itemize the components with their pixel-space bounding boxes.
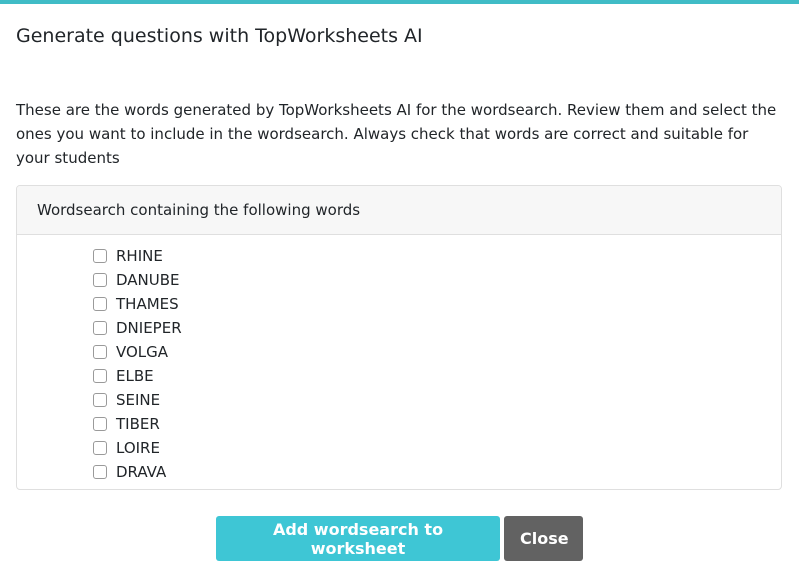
- word-item[interactable]: LOIRE: [93, 436, 182, 460]
- word-item[interactable]: DRAVA: [93, 460, 182, 484]
- word-label: SEINE: [116, 391, 161, 409]
- word-item[interactable]: THAMES: [93, 292, 182, 316]
- word-checkbox[interactable]: [93, 369, 107, 383]
- word-label: RHINE: [116, 247, 163, 265]
- word-item[interactable]: SEINE: [93, 388, 182, 412]
- word-label: DNIEPER: [116, 319, 182, 337]
- word-checkbox[interactable]: [93, 417, 107, 431]
- modal-title: Generate questions with TopWorksheets AI: [16, 25, 423, 47]
- word-label: TIBER: [116, 415, 160, 433]
- word-label: DRAVA: [116, 463, 167, 481]
- close-button[interactable]: Close: [504, 516, 583, 561]
- word-checkbox[interactable]: [93, 297, 107, 311]
- word-item[interactable]: DNIEPER: [93, 316, 182, 340]
- word-item[interactable]: VOLGA: [93, 340, 182, 364]
- word-checkbox[interactable]: [93, 321, 107, 335]
- word-label: THAMES: [116, 295, 179, 313]
- word-item[interactable]: TIBER: [93, 412, 182, 436]
- words-card: Wordsearch containing the following word…: [16, 185, 782, 490]
- word-label: VOLGA: [116, 343, 169, 361]
- top-accent-bar: [0, 0, 799, 4]
- word-item[interactable]: ELBE: [93, 364, 182, 388]
- word-checkbox[interactable]: [93, 249, 107, 263]
- word-label: DANUBE: [116, 271, 180, 289]
- word-checkbox[interactable]: [93, 441, 107, 455]
- modal-footer: Add wordsearch to worksheet Close: [0, 516, 799, 561]
- add-wordsearch-button[interactable]: Add wordsearch to worksheet: [216, 516, 500, 561]
- intro-text: These are the words generated by TopWork…: [16, 101, 777, 167]
- word-item[interactable]: DANUBE: [93, 268, 182, 292]
- word-label: LOIRE: [116, 439, 160, 457]
- words-card-header: Wordsearch containing the following word…: [17, 186, 781, 235]
- word-label: ELBE: [116, 367, 154, 385]
- word-item[interactable]: RHINE: [93, 244, 182, 268]
- word-checkbox[interactable]: [93, 345, 107, 359]
- word-list: RHINE DANUBE THAMES DNIEPER VOLGA ELBE S…: [93, 244, 182, 484]
- word-checkbox[interactable]: [93, 273, 107, 287]
- word-checkbox[interactable]: [93, 465, 107, 479]
- word-checkbox[interactable]: [93, 393, 107, 407]
